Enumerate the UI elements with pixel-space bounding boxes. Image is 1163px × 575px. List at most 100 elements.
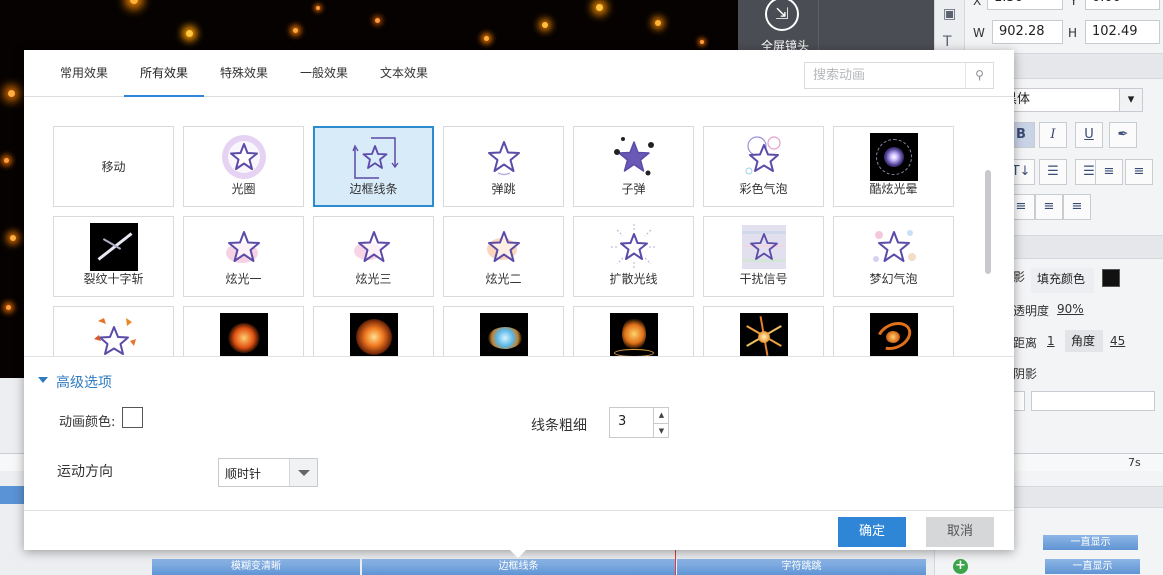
- spark-decoration: [8, 90, 15, 97]
- y-label: Y: [1070, 0, 1078, 8]
- increment-arrow-icon[interactable]: ▲: [653, 408, 669, 423]
- timeline-clip[interactable]: 模糊变清晰: [152, 559, 360, 575]
- tab-common-effects[interactable]: 常用效果: [49, 50, 119, 97]
- add-plus-icon[interactable]: +: [953, 559, 968, 574]
- cancel-button[interactable]: 取消: [926, 517, 994, 547]
- x-label: X: [973, 0, 982, 8]
- effect-item-color-bubble[interactable]: 彩色气泡: [703, 126, 824, 207]
- effect-item-ice-burst[interactable]: [443, 306, 564, 356]
- indent-decrease-icon[interactable]: ≡: [1095, 159, 1123, 185]
- direction-select[interactable]: 顺时针: [218, 458, 318, 487]
- fire-swirl-icon: [870, 313, 918, 356]
- effect-item-fire-burst[interactable]: [183, 306, 304, 356]
- tab-special-effects[interactable]: 特殊效果: [209, 50, 279, 97]
- advanced-options-toggle[interactable]: 高级选项: [56, 372, 112, 392]
- underline-button[interactable]: U: [1075, 122, 1103, 148]
- timeline-track-clip[interactable]: [0, 486, 24, 504]
- confirm-button[interactable]: 确定: [838, 517, 906, 547]
- timeline-clip[interactable]: 边框线条: [362, 559, 675, 575]
- cool-glow-icon: [870, 133, 918, 181]
- image-icon[interactable]: ▣: [943, 6, 956, 22]
- insert-tool-column: ▣ T: [935, 0, 965, 55]
- dream-bubble-star-icon: [873, 230, 916, 262]
- fullscreen-shot-icon[interactable]: ⇲: [765, 0, 799, 31]
- align-justify-icon[interactable]: ≡: [1063, 194, 1091, 220]
- effect-item-interference[interactable]: 干扰信号: [703, 216, 824, 297]
- tab-all-effects[interactable]: 所有效果: [124, 50, 204, 97]
- effect-item-spread-rays[interactable]: 扩散光线: [573, 216, 694, 297]
- indent-increase-icon[interactable]: ≡: [1125, 159, 1153, 185]
- timeline-clip[interactable]: 字符跳跳: [677, 559, 926, 575]
- effect-item-explosion[interactable]: [313, 306, 434, 356]
- effect-item-halo[interactable]: 光圈: [183, 126, 304, 207]
- search-box: ⚲: [804, 62, 994, 89]
- effect-item-crack-slash[interactable]: 裂纹十字斩: [53, 216, 174, 297]
- effect-label: 边框线条: [349, 182, 398, 196]
- dropdown-arrow-icon[interactable]: [289, 459, 317, 486]
- animation-effects-dialog: 常用效果 所有效果 特殊效果 一般效果 文本效果 ⚲ 移动 光圈: [24, 50, 1014, 550]
- angle-value[interactable]: 45: [1110, 334, 1125, 348]
- effect-label: 移动: [101, 160, 126, 174]
- effects-scrollbar[interactable]: [985, 170, 991, 274]
- effect-item-bounce[interactable]: 弹跳: [443, 126, 564, 207]
- spark-decoration: [6, 305, 11, 310]
- numbered-list-icon[interactable]: ☰: [1039, 159, 1067, 185]
- y-input[interactable]: 0.00: [1085, 0, 1160, 10]
- fire-burst-icon: [220, 313, 268, 356]
- line-width-value[interactable]: 3: [618, 414, 626, 429]
- effect-label: 酷炫光晕: [869, 182, 918, 196]
- spark-decoration: [316, 6, 320, 10]
- toolbar-strip: ⇲ 全屏镜头: [738, 0, 934, 55]
- x-input[interactable]: 1.36: [987, 0, 1063, 10]
- collapse-caret-icon[interactable]: [38, 377, 48, 383]
- effect-item-glare-one[interactable]: 炫光一: [183, 216, 304, 297]
- effect-item-leaf[interactable]: [53, 306, 174, 356]
- interference-star-icon: [742, 225, 786, 269]
- distance-value[interactable]: 1: [1047, 334, 1055, 348]
- color-bubble-star-icon: [745, 136, 781, 175]
- timeline-badge[interactable]: 一直显示: [1045, 559, 1140, 574]
- spark-decoration: [4, 158, 9, 163]
- effect-label: 扩散光线: [609, 272, 658, 286]
- italic-button[interactable]: I: [1039, 122, 1067, 148]
- effect-item-bullet[interactable]: 子弹: [573, 126, 694, 207]
- spark-decoration: [375, 18, 380, 23]
- text-icon[interactable]: T: [943, 34, 952, 50]
- animation-color-swatch[interactable]: [122, 407, 143, 428]
- effect-item-dream-bubble[interactable]: 梦幻气泡: [833, 216, 954, 297]
- decrement-arrow-icon[interactable]: ▼: [653, 423, 669, 438]
- height-input[interactable]: 102.49: [1085, 20, 1160, 44]
- ice-burst-icon: [480, 313, 528, 356]
- spark-decoration: [293, 28, 298, 33]
- timeline-badge[interactable]: 一直显示: [1043, 535, 1138, 550]
- size-slider[interactable]: [1031, 391, 1155, 411]
- direction-label: 运动方向: [57, 464, 113, 480]
- tab-text-effects[interactable]: 文本效果: [369, 50, 439, 97]
- effect-item-fire-swirl[interactable]: [833, 306, 954, 356]
- effect-item-ground-flame[interactable]: [573, 306, 694, 356]
- effect-item-border-line[interactable]: 边框线条: [313, 126, 434, 207]
- opacity-value[interactable]: 90%: [1057, 302, 1084, 316]
- direction-select-value: 顺时针: [225, 467, 262, 481]
- align-right-icon[interactable]: ≡: [1035, 194, 1063, 220]
- effect-label: 弹跳: [491, 182, 516, 196]
- fill-color-label: 填充颜色: [1031, 268, 1094, 293]
- search-icon[interactable]: ⚲: [965, 63, 993, 88]
- timeline-tick-label: 7s: [1128, 456, 1141, 469]
- effect-item-glare-three[interactable]: 炫光三: [313, 216, 434, 297]
- effect-item-glare-two[interactable]: 炫光二: [443, 216, 564, 297]
- glare-two-star-icon: [487, 231, 520, 262]
- font-dropdown-arrow-icon[interactable]: ▾: [1119, 88, 1143, 112]
- effect-item-move[interactable]: 移动: [53, 126, 174, 207]
- format-brush-icon[interactable]: ✒: [1109, 122, 1137, 148]
- dialog-footer: 确定 取消: [24, 510, 1014, 550]
- ground-flame-icon: [610, 313, 658, 356]
- effect-item-cool-glow[interactable]: 酷炫光晕: [833, 126, 954, 207]
- search-input[interactable]: [805, 63, 965, 88]
- effect-item-light-streak[interactable]: [703, 306, 824, 356]
- light-streak-icon: [740, 313, 788, 356]
- width-input[interactable]: 902.28: [992, 20, 1063, 44]
- fill-color-swatch[interactable]: [1102, 269, 1120, 287]
- tab-general-effects[interactable]: 一般效果: [289, 50, 359, 97]
- spark-decoration: [596, 4, 603, 11]
